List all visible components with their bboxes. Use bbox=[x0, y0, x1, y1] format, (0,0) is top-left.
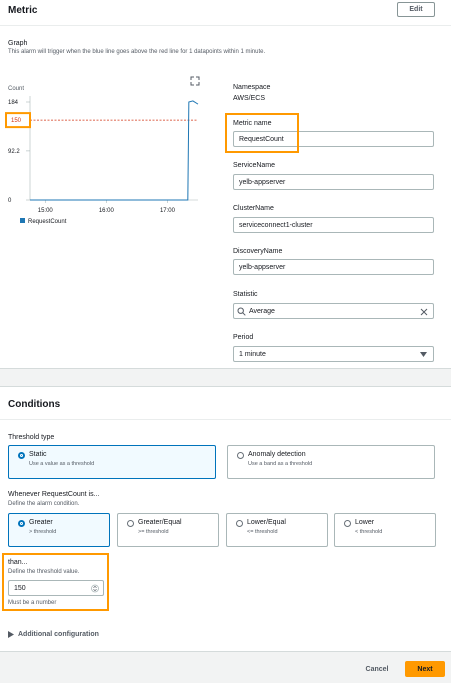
greater-equal-title: Greater/Equal bbox=[138, 519, 182, 526]
discovery-name-field[interactable]: yelb-appserver bbox=[233, 259, 434, 275]
anomaly-title: Anomaly detection bbox=[248, 451, 306, 458]
period-select[interactable]: 1 minute bbox=[233, 346, 434, 362]
series-line bbox=[30, 100, 199, 201]
graph-description: This alarm will trigger when the blue li… bbox=[8, 49, 266, 55]
conditions-panel: Conditions Threshold type Static Use a v… bbox=[0, 386, 451, 652]
static-option[interactable]: Static Use a value as a threshold bbox=[8, 445, 216, 479]
greater-equal-desc: >= threshold bbox=[138, 529, 169, 535]
discovery-name-value: yelb-appserver bbox=[239, 263, 286, 271]
clear-icon[interactable] bbox=[420, 308, 428, 316]
threshold-label: 150 bbox=[11, 118, 22, 124]
greater-radio[interactable] bbox=[18, 520, 25, 527]
metric-name-highlight bbox=[225, 113, 299, 153]
namespace-label: Namespace bbox=[233, 84, 271, 91]
lower-title: Lower bbox=[355, 519, 375, 526]
y-axis-label: Count bbox=[8, 86, 24, 92]
statistic-select[interactable]: Average bbox=[233, 303, 434, 319]
metric-chart: Count 184 92.2 0 15:00 16:00 17:00 150 RequestCo… bbox=[0, 80, 225, 240]
wizard-footer: Cancel Next bbox=[0, 652, 451, 683]
service-name-value: yelb-appserver bbox=[239, 178, 286, 186]
cluster-name-label: ClusterName bbox=[233, 205, 274, 212]
period-label: Period bbox=[233, 334, 254, 341]
statistic-value: Average bbox=[249, 307, 275, 315]
chart-svg: Count 184 92.2 0 15:00 16:00 17:00 150 RequestCo… bbox=[5, 86, 199, 225]
statistic-label: Statistic bbox=[233, 291, 258, 298]
y-tick-label: 184 bbox=[8, 100, 19, 106]
whenever-desc: Define the alarm condition. bbox=[8, 501, 80, 507]
y-tick-label: 0 bbox=[8, 198, 12, 204]
lower-option[interactable]: Lower < threshold bbox=[334, 513, 436, 547]
x-tick-label: 15:00 bbox=[38, 208, 54, 214]
cluster-name-field[interactable]: serviceconnect1-cluster bbox=[233, 217, 434, 233]
caret-down-icon bbox=[420, 352, 427, 357]
discovery-name-label: DiscoveryName bbox=[233, 248, 283, 255]
threshold-type-label: Threshold type bbox=[8, 434, 55, 441]
greater-desc: > threshold bbox=[29, 529, 57, 535]
conditions-title: Conditions bbox=[8, 399, 61, 410]
lower-equal-title: Lower/Equal bbox=[247, 519, 286, 526]
metric-title: Metric bbox=[8, 5, 38, 16]
static-desc: Use a value as a threshold bbox=[29, 461, 95, 467]
legend-swatch bbox=[20, 218, 25, 223]
next-button[interactable]: Next bbox=[405, 661, 445, 677]
greater-title: Greater bbox=[29, 519, 53, 526]
period-value: 1 minute bbox=[239, 350, 266, 358]
metric-panel: Metric Edit Graph This alarm will trigge… bbox=[0, 0, 451, 369]
lower-equal-radio[interactable] bbox=[236, 520, 243, 527]
additional-config-label: Additional configuration bbox=[18, 631, 99, 638]
y-tick-label: 92.2 bbox=[8, 149, 20, 155]
x-tick-label: 17:00 bbox=[160, 208, 176, 214]
divider bbox=[0, 25, 451, 26]
anomaly-detection-option[interactable]: Anomaly detection Use a band as a thresh… bbox=[227, 445, 435, 479]
anomaly-desc: Use a band as a threshold bbox=[248, 461, 313, 467]
caret-right-icon bbox=[8, 631, 14, 638]
namespace-value: AWS/ECS bbox=[233, 95, 266, 102]
lower-desc: < threshold bbox=[355, 529, 383, 535]
whenever-label: Whenever RequestCount is... bbox=[8, 491, 100, 498]
greater-equal-radio[interactable] bbox=[127, 520, 134, 527]
greater-equal-option[interactable]: Greater/Equal >= threshold bbox=[117, 513, 219, 547]
graph-title: Graph bbox=[8, 40, 28, 47]
divider bbox=[0, 419, 451, 420]
x-tick-label: 16:00 bbox=[99, 208, 115, 214]
lower-equal-desc: <= threshold bbox=[247, 529, 278, 535]
service-name-field[interactable]: yelb-appserver bbox=[233, 174, 434, 190]
cluster-name-value: serviceconnect1-cluster bbox=[239, 221, 313, 229]
service-name-label: ServiceName bbox=[233, 162, 276, 169]
cancel-button[interactable]: Cancel bbox=[357, 661, 397, 677]
static-title: Static bbox=[29, 451, 47, 458]
greater-option[interactable]: Greater > threshold bbox=[8, 513, 110, 547]
anomaly-radio[interactable] bbox=[237, 452, 244, 459]
lower-equal-option[interactable]: Lower/Equal <= threshold bbox=[226, 513, 328, 547]
legend-label: RequestCount bbox=[28, 219, 67, 225]
edit-button[interactable]: Edit bbox=[397, 2, 435, 17]
static-radio[interactable] bbox=[18, 452, 25, 459]
threshold-highlight bbox=[2, 553, 109, 611]
additional-config-toggle[interactable]: Additional configuration bbox=[8, 631, 99, 638]
search-icon bbox=[237, 307, 246, 316]
lower-radio[interactable] bbox=[344, 520, 351, 527]
